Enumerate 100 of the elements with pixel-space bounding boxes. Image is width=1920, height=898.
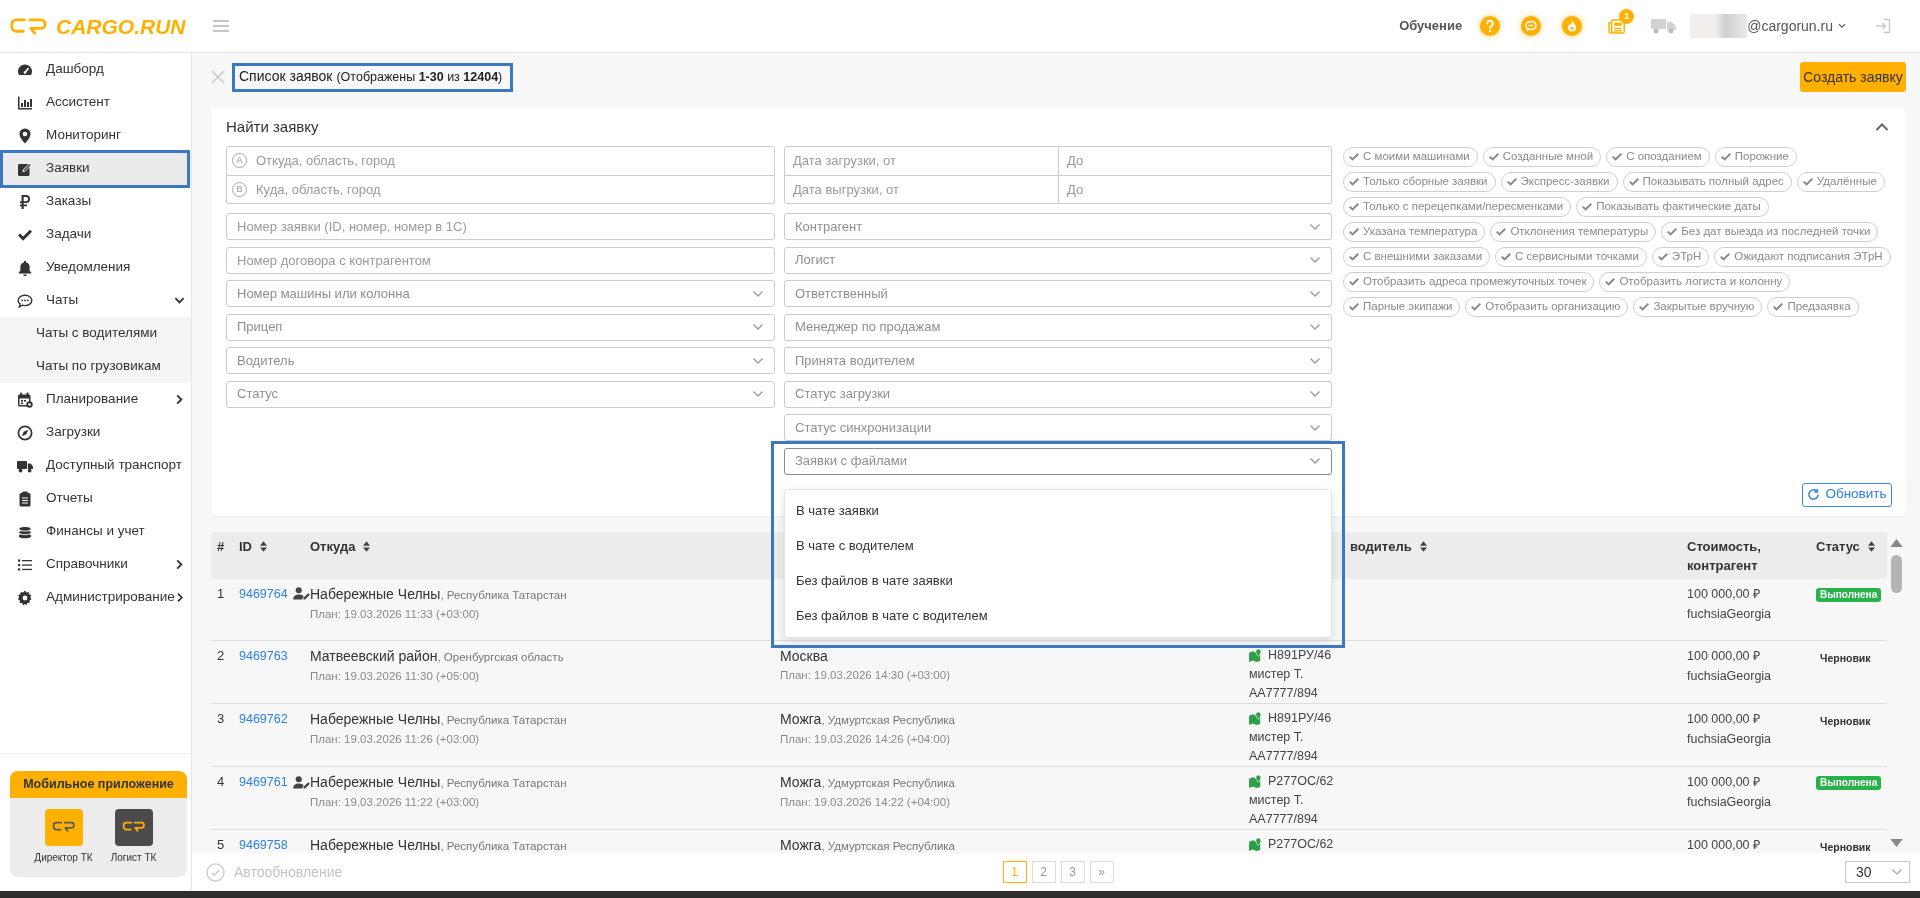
scrollbar-thumb[interactable] <box>1891 554 1902 593</box>
status-text: Черновик <box>1819 714 1872 728</box>
request-id-link[interactable]: 9469764 <box>239 583 288 604</box>
dropdown-option[interactable]: В чате с водителем <box>785 528 1331 564</box>
sidebar-item[interactable]: Доступный транспорт <box>0 449 191 482</box>
page-link[interactable]: 3 <box>1060 861 1085 883</box>
training-link[interactable]: Обучение <box>1399 16 1463 36</box>
date-field[interactable]: Дата выгрузки, от <box>784 174 1059 204</box>
next-page-link[interactable]: » <box>1089 861 1114 883</box>
sidebar-item[interactable]: Мониторинг <box>0 119 191 152</box>
filter-toggle[interactable]: Только сборные заявки <box>1343 172 1496 192</box>
filter-toggle[interactable]: Порожние <box>1714 147 1797 167</box>
select-field[interactable]: Прицеп <box>226 313 775 341</box>
sidebar-item[interactable]: Загрузки <box>0 416 191 449</box>
refresh-button[interactable]: Обновить <box>1802 482 1892 507</box>
sidebar-item[interactable]: Заявки <box>0 152 191 185</box>
request-id-link[interactable]: 9469758 <box>239 835 288 853</box>
sidebar-item[interactable]: Планирование <box>0 383 191 416</box>
user-email[interactable]: @cargorun.ru <box>1747 15 1833 37</box>
dropdown-option[interactable]: В чате заявки <box>785 493 1331 529</box>
newspaper-icon[interactable] <box>1608 18 1626 34</box>
filter-toggle[interactable]: Закрытые вручную <box>1633 297 1763 317</box>
close-icon[interactable] <box>211 70 225 84</box>
sidebar-item[interactable]: Отчеты <box>0 482 191 515</box>
mobile-app-header: Мобильное приложение <box>10 771 187 798</box>
sidebar-item[interactable]: Заказы <box>0 185 191 218</box>
filter-toggle[interactable]: С сервисными точками <box>1495 247 1647 267</box>
date-field[interactable]: До <box>1058 174 1332 204</box>
caret-icon[interactable] <box>1838 23 1846 29</box>
app-icon <box>114 809 153 846</box>
driver-name: мистер Т. <box>1249 792 1305 809</box>
sidebar-item[interactable]: Задачи <box>0 218 191 251</box>
column-header: # <box>217 537 225 556</box>
page-size-select[interactable]: 30 <box>1845 861 1910 883</box>
select-field[interactable]: Статус загрузки <box>784 380 1332 408</box>
truck-icon[interactable] <box>1651 18 1678 34</box>
filter-toggle[interactable]: Удалённые <box>1796 172 1885 192</box>
request-id-link[interactable]: 9469762 <box>239 709 288 729</box>
sort-icon[interactable] <box>1419 540 1427 552</box>
input-field[interactable]: Номер заявки (ID, номер, номер в 1С) <box>226 213 775 240</box>
sort-icon[interactable] <box>1867 540 1875 552</box>
scroll-down-icon[interactable] <box>1890 839 1903 847</box>
filter-toggle[interactable]: Показывать фактические даты <box>1576 197 1769 217</box>
sidebar-item[interactable]: Администрирование <box>0 581 191 614</box>
sidebar-item[interactable]: Справочники <box>0 548 191 581</box>
sidebar-item[interactable]: Уведомления <box>0 251 191 284</box>
chevron-up-icon[interactable] <box>1875 122 1889 132</box>
filter-toggle[interactable]: С внешними заказами <box>1343 247 1491 267</box>
filter-toggle[interactable]: Показывать полный адрес <box>1622 172 1792 192</box>
filter-toggle[interactable]: Указана температура <box>1343 222 1486 242</box>
flame-icon[interactable] <box>1562 16 1583 36</box>
filter-toggle[interactable]: ЭТрН <box>1651 247 1710 267</box>
select-field[interactable]: Менеджер по продажам <box>784 313 1332 341</box>
sidebar-item[interactable]: Чаты <box>0 284 191 317</box>
filter-toggle[interactable]: Отобразить логиста и колонну <box>1599 272 1791 292</box>
select-field[interactable]: Номер машины или колонна <box>226 280 775 307</box>
date-field[interactable]: Дата загрузки, от <box>784 146 1059 176</box>
filter-toggle[interactable]: Ожидают подписания ЭТрН <box>1714 247 1891 267</box>
sidebar-item[interactable]: Дашборд <box>0 53 191 86</box>
sidebar-subitem[interactable]: Чаты по грузовикам <box>0 350 191 383</box>
dropdown-option[interactable]: Без файлов в чате с водителем <box>785 598 1331 634</box>
filter-toggle[interactable]: Отклонения температуры <box>1490 222 1657 242</box>
filter-toggle[interactable]: Отобразить организацию <box>1465 297 1629 317</box>
sidebar-subitem[interactable]: Чаты с водителями <box>0 317 191 350</box>
filter-toggle[interactable]: Предзаявка <box>1767 297 1859 317</box>
sidebar-item[interactable]: Ассистент <box>0 86 191 119</box>
select-field[interactable]: Принята водителем <box>784 347 1332 374</box>
select-field[interactable]: Заявки с файлами <box>784 447 1332 475</box>
select-field[interactable]: Водитель <box>226 347 775 374</box>
scroll-up-icon[interactable] <box>1890 538 1903 547</box>
filter-toggle[interactable]: Экспресс-заявки <box>1500 172 1618 192</box>
select-field[interactable]: Логист <box>784 246 1332 274</box>
filter-toggle[interactable]: Без дат выезда из последней точки <box>1661 222 1879 242</box>
sidebar-item[interactable]: Финансы и учет <box>0 515 191 548</box>
logout-icon[interactable] <box>1875 18 1891 34</box>
page-link[interactable]: 2 <box>1031 861 1056 883</box>
select-field[interactable]: Статус <box>226 380 775 408</box>
app-link[interactable]: Директор ТК <box>28 809 99 864</box>
request-id-link[interactable]: 9469763 <box>239 646 288 666</box>
filter-toggle[interactable]: С моими машинами <box>1343 147 1478 167</box>
filter-toggle[interactable]: Только с перецепками/пересменками <box>1343 197 1572 217</box>
input-field[interactable]: Номер договора с контрагентом <box>226 246 775 274</box>
request-id-link[interactable]: 9469761 <box>239 772 288 792</box>
dropdown-option[interactable]: Без файлов в чате заявки <box>785 563 1331 599</box>
select-field[interactable]: Статус синхронизации <box>784 414 1332 441</box>
app-link[interactable]: Логист ТК <box>98 809 169 864</box>
filter-toggle[interactable]: С опозданием <box>1606 147 1710 167</box>
help-icon[interactable] <box>1480 16 1501 36</box>
sort-icon[interactable] <box>260 540 267 552</box>
select-field[interactable]: Ответственный <box>784 280 1332 307</box>
menu-icon[interactable] <box>213 20 229 32</box>
create-request-button[interactable]: Создать заявку <box>1800 62 1906 92</box>
sort-icon[interactable] <box>363 540 371 552</box>
chat-icon[interactable] <box>1521 16 1542 36</box>
filter-toggle[interactable]: Отобразить адреса промежуточных точек <box>1343 272 1595 292</box>
filter-toggle[interactable]: Парные экипажи <box>1343 297 1461 317</box>
filter-toggle[interactable]: Созданные мной <box>1482 147 1602 167</box>
select-field[interactable]: Контрагент <box>784 213 1332 240</box>
plan-time: План: 19.03.2026 14:26 (+04:00) <box>780 732 951 747</box>
date-field[interactable]: До <box>1058 146 1332 176</box>
